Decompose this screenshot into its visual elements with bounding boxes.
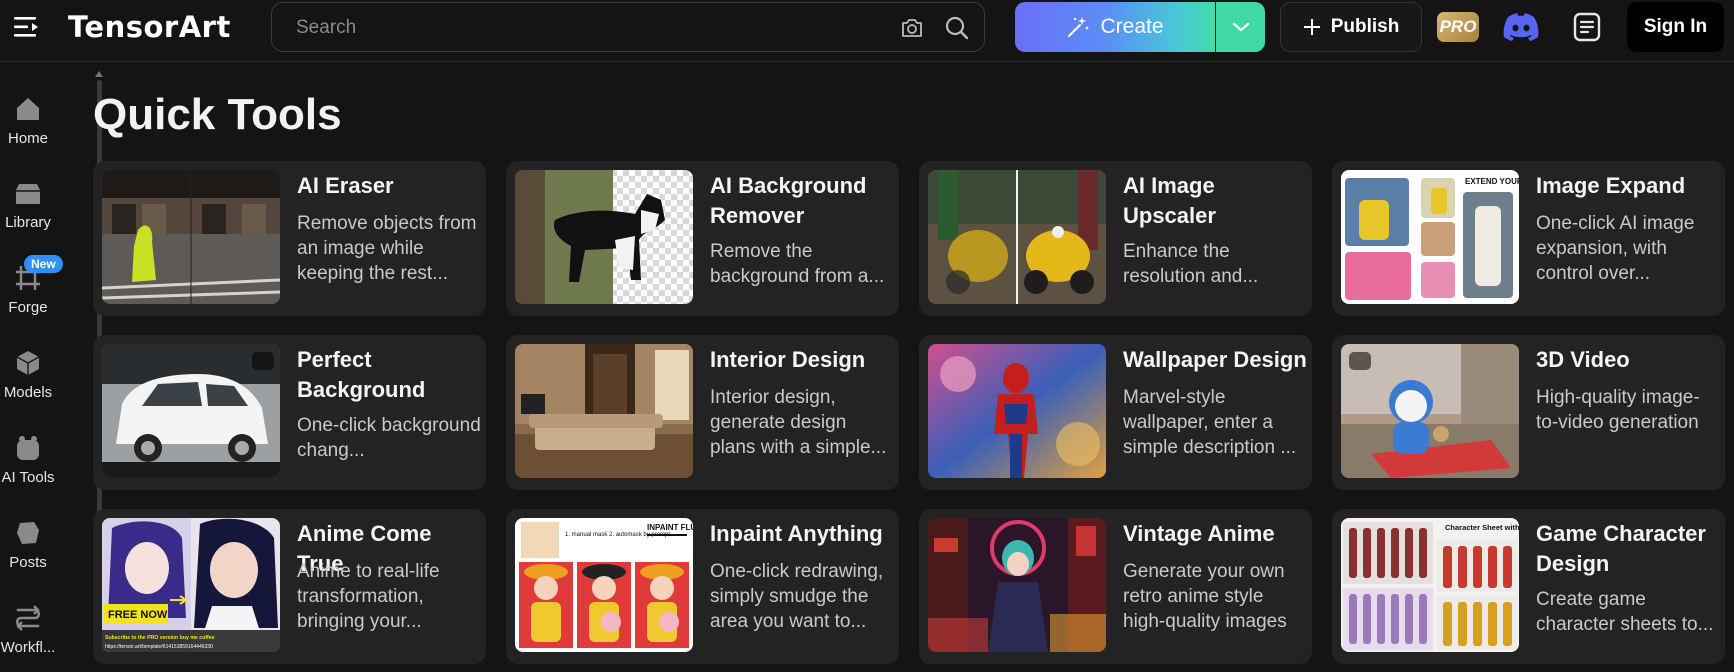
- tool-card-vintage-anime[interactable]: Vintage Anime Generate your own retro an…: [919, 509, 1312, 664]
- publish-button[interactable]: Publish: [1280, 2, 1422, 52]
- tool-title: Inpaint Anything: [710, 521, 883, 546]
- tool-card-game-character-design[interactable]: Character Sheet with FLUX.1: [1332, 509, 1725, 664]
- tool-title: Vintage Anime: [1123, 521, 1275, 546]
- tool-description: One-click redrawing, simply smudge the a…: [710, 561, 884, 632]
- tool-description: Remove the background from a...: [710, 241, 885, 287]
- create-button[interactable]: Create: [1015, 2, 1215, 52]
- tool-thumbnail: [1341, 344, 1519, 478]
- tool-card-ai-image-upscaler[interactable]: AI Image Upscaler Enhance the resolution…: [919, 161, 1312, 316]
- free-now-label: FREE NOW: [108, 609, 168, 621]
- tool-card-interior-design[interactable]: Interior Design Interior design, generat…: [506, 335, 899, 490]
- tool-card-ai-background-remover[interactable]: AI Background Remover Remove the backgro…: [506, 161, 899, 316]
- sidebar-item-ai-tools[interactable]: AI Tools: [0, 429, 56, 501]
- tool-title: 3D Video: [1536, 347, 1630, 372]
- pro-badge[interactable]: PRO: [1437, 12, 1479, 42]
- workflow-icon: [15, 605, 41, 631]
- tool-thumbnail: Character Sheet with FLUX.1: [1341, 518, 1519, 652]
- search-icon[interactable]: [944, 15, 970, 41]
- magic-wand-icon: [1068, 17, 1089, 37]
- sign-in-button[interactable]: Sign In: [1627, 2, 1724, 52]
- library-icon: [16, 184, 40, 204]
- search-bar: [271, 2, 985, 52]
- create-label: Create: [1100, 15, 1164, 38]
- tool-thumbnail: [102, 344, 280, 478]
- tool-thumbnail: FREE NOW Subscribe to the PRO version bu…: [102, 518, 280, 652]
- tool-description: Create game character sheets to...: [1536, 589, 1714, 635]
- tool-title: Perfect Background: [297, 347, 426, 402]
- sidebar-item-forge[interactable]: Forge New: [0, 255, 63, 331]
- tool-description: Remove objects from an image while keepi…: [297, 213, 477, 284]
- tool-thumbnail: [515, 170, 693, 304]
- tool-thumbnail: [928, 518, 1106, 652]
- tool-thumbnail: 1. manual mask 2. automask by prompt INP…: [515, 518, 693, 652]
- tool-card-anime-come-true[interactable]: FREE NOW Subscribe to the PRO version bu…: [93, 509, 486, 664]
- sidebar-item-label: Forge: [8, 299, 48, 316]
- tool-title: Image Expand: [1536, 173, 1686, 198]
- tool-thumbnail: [928, 170, 1106, 304]
- tool-title: AI Image Upscaler: [1123, 173, 1216, 228]
- tool-card-perfect-background[interactable]: Perfect Background One-click background …: [93, 335, 486, 490]
- sidebar: Home Library Forge New Models AI Tools P…: [0, 62, 92, 672]
- tool-description: Enhance the resolution and...: [1123, 241, 1259, 287]
- tool-title: AI Eraser: [297, 173, 394, 198]
- scroll-up-arrow[interactable]: [95, 71, 103, 77]
- sidebar-item-models[interactable]: Models: [0, 344, 56, 416]
- video-badge-icon: [252, 352, 274, 370]
- tool-title: AI Background Remover: [710, 173, 867, 228]
- home-icon: [17, 98, 39, 120]
- tool-thumbnail: [102, 170, 280, 304]
- plus-icon: [1303, 19, 1320, 35]
- tool-description: High-quality image-to-video generation: [1536, 387, 1700, 433]
- publish-label: Publish: [1330, 16, 1400, 37]
- thumb-caption: EXTEND YOUR IMAGE: [1465, 177, 1519, 186]
- sidebar-item-label: Posts: [9, 554, 47, 571]
- tool-thumbnail: [928, 344, 1106, 478]
- logo[interactable]: TensorArt: [68, 10, 231, 44]
- thumb-caption: Character Sheet with FLUX.1: [1445, 523, 1519, 532]
- models-icon: [16, 351, 40, 375]
- menu-collapse-icon[interactable]: [14, 16, 40, 38]
- sidebar-item-label: Models: [3, 384, 53, 401]
- create-dropdown-button[interactable]: [1216, 2, 1265, 52]
- sidebar-item-home[interactable]: Home: [0, 90, 56, 162]
- tool-title: Interior Design: [710, 347, 866, 372]
- thumb-subscribe-text: Subscribe to the PRO version buy me coff…: [105, 635, 215, 641]
- tool-card-3d-video[interactable]: 3D Video High-quality image-to-video gen…: [1332, 335, 1725, 490]
- tool-description: One-click background chang...: [297, 415, 481, 461]
- thumb-url-text: https://tensor.art/template/614153859164…: [105, 644, 213, 650]
- tool-title: Game Character Design: [1536, 521, 1706, 576]
- document-icon[interactable]: [1572, 12, 1602, 42]
- sidebar-item-label: AI Tools: [1, 469, 55, 486]
- sidebar-item-label: Home: [7, 130, 48, 147]
- tool-card-ai-eraser[interactable]: AI Eraser Remove objects from an image w…: [93, 161, 486, 316]
- chevron-down-icon: [1232, 22, 1249, 32]
- tool-description: Interior design, generate design plans w…: [710, 387, 887, 458]
- tool-description: Marvel-style wallpaper, enter a simple d…: [1123, 387, 1297, 458]
- top-bar: TensorArt Create Publish PRO: [0, 0, 1734, 62]
- tool-thumbnail: EXTEND YOUR IMAGE: [1341, 170, 1519, 304]
- sidebar-item-label: Workfl...: [0, 639, 56, 656]
- page-title: Quick Tools: [93, 90, 342, 139]
- tool-thumbnail: [515, 344, 693, 478]
- tool-description: Anime to real-life transformation, bring…: [297, 561, 440, 632]
- tool-card-image-expand[interactable]: EXTEND YOUR IMAGE Image Expand One-click…: [1332, 161, 1725, 316]
- sidebar-item-library[interactable]: Library: [0, 174, 56, 246]
- ai-tools-icon: [17, 436, 39, 460]
- posts-icon: [17, 522, 39, 544]
- sidebar-item-label: Library: [5, 214, 51, 231]
- tool-title: Wallpaper Design: [1123, 347, 1307, 372]
- tool-card-wallpaper-design[interactable]: Wallpaper Design Marvel-style wallpaper,…: [919, 335, 1312, 490]
- discord-icon[interactable]: [1502, 10, 1540, 44]
- tool-description: Generate your own retro anime style high…: [1123, 561, 1287, 632]
- thumb-caption: INPAINT FLUX TOOLS: [647, 523, 693, 532]
- sidebar-item-workflow[interactable]: Workfl...: [0, 599, 56, 671]
- sidebar-item-posts[interactable]: Posts: [0, 514, 56, 586]
- tool-description: One-click AI image expansion, with contr…: [1536, 213, 1695, 284]
- tool-card-inpaint-anything[interactable]: 1. manual mask 2. automask by prompt INP…: [506, 509, 899, 664]
- new-badge: New: [24, 255, 63, 273]
- camera-search-icon[interactable]: [900, 17, 924, 39]
- video-badge-icon: [1349, 352, 1371, 370]
- search-input[interactable]: [296, 16, 856, 40]
